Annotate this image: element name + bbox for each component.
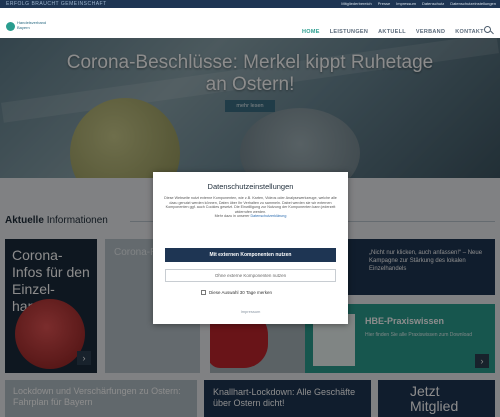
privacy-dialog: Datenschutzeinstellungen Diese Webseite … [153, 172, 348, 324]
search-icon[interactable] [484, 26, 494, 36]
privacy-policy-link[interactable]: Datenschutzerklärung [251, 214, 287, 218]
reject-external-button[interactable]: Ohne externe Komponenten nutzen [165, 269, 336, 282]
top-bar: ERFOLG BRAUCHT GEMEINSCHAFT Mitgliederbe… [0, 0, 500, 8]
dialog-title: Datenschutzeinstellungen [207, 182, 294, 191]
site-header: Handelsverband Bayern HOME LEISTUNGEN AK… [0, 8, 500, 38]
dialog-text: Diese Webseite nutzt externe Komponenten… [164, 196, 337, 214]
accept-external-button[interactable]: Mit externen Komponenten nutzen [165, 248, 336, 262]
logo-text: Handelsverband Bayern [17, 20, 47, 30]
top-link-press[interactable]: Presse [378, 0, 390, 8]
dialog-body: Diese Webseite nutzt externe Komponenten… [163, 196, 338, 219]
top-link-privacy[interactable]: Datenschutz [422, 0, 444, 8]
top-link-imprint[interactable]: Impressum [396, 0, 416, 8]
logo-mark-icon [6, 22, 15, 31]
dialog-imprint-link[interactable]: Impressum [153, 309, 348, 314]
remember-choice-checkbox[interactable] [201, 290, 206, 295]
logo[interactable]: Handelsverband Bayern [6, 20, 47, 33]
slogan: ERFOLG BRAUCHT GEMEINSCHAFT [6, 1, 107, 7]
nav-leistungen[interactable]: LEISTUNGEN [325, 27, 373, 37]
nav-kontakt[interactable]: KONTAKT [450, 27, 489, 37]
main-nav: HOME LEISTUNGEN AKTUELL VERBAND KONTAKT [297, 27, 489, 37]
top-link-members[interactable]: Mitgliederbereich [341, 0, 371, 8]
nav-home[interactable]: HOME [297, 27, 325, 37]
top-link-privacy-settings[interactable]: Datenschutzeinstellungen [450, 0, 496, 8]
nav-verband[interactable]: VERBAND [411, 27, 450, 37]
remember-choice-label: Diese Auswahl 30 Tage merken [209, 290, 272, 295]
remember-choice-row: Diese Auswahl 30 Tage merken [201, 290, 272, 295]
nav-aktuell[interactable]: AKTUELL [373, 27, 411, 37]
top-links: Mitgliederbereich Presse Impressum Daten… [341, 0, 496, 8]
dialog-more-prefix: Mehr dazu in unserer [214, 214, 250, 219]
